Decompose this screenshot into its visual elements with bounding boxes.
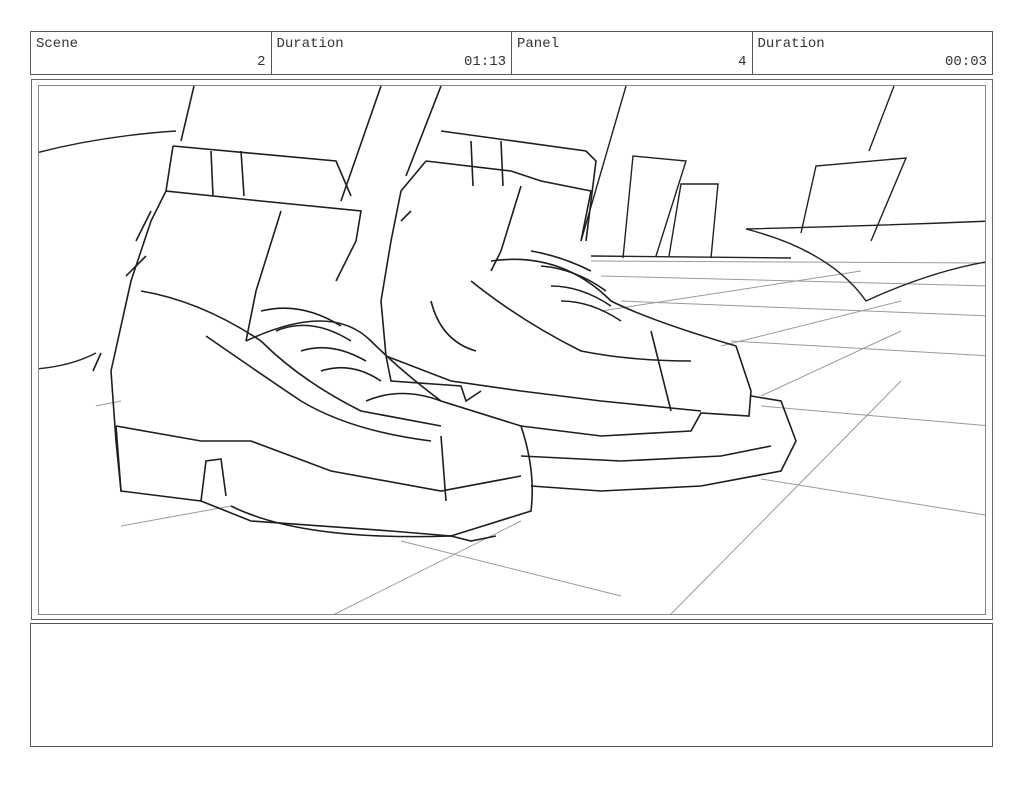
panel-value: 4 [738, 54, 747, 70]
right-boot-sketch [380, 86, 797, 492]
panel-duration-cell: Duration 00:03 [753, 32, 993, 74]
panel-frame [38, 85, 986, 615]
scene-duration-value: 01:13 [463, 54, 506, 70]
storyboard-header: Scene 2 Duration 01:13 Panel 4 Duration … [30, 31, 993, 75]
panel-duration-label: Duration [757, 36, 825, 52]
background-sketch [39, 86, 985, 370]
panel-label: Panel [517, 36, 560, 52]
scene-cell: Scene 2 [31, 32, 272, 74]
scene-label: Scene [36, 36, 79, 52]
panel-cell: Panel 4 [512, 32, 753, 74]
scene-duration-label: Duration [276, 36, 344, 52]
sketch-boots-drawing [39, 86, 985, 614]
scene-duration-cell: Duration 01:13 [272, 32, 512, 74]
panel-duration-value: 00:03 [944, 54, 987, 70]
scene-value: 2 [257, 54, 266, 70]
floor-grid [95, 260, 985, 614]
notes-box[interactable] [30, 623, 993, 747]
left-boot-sketch [92, 86, 533, 542]
